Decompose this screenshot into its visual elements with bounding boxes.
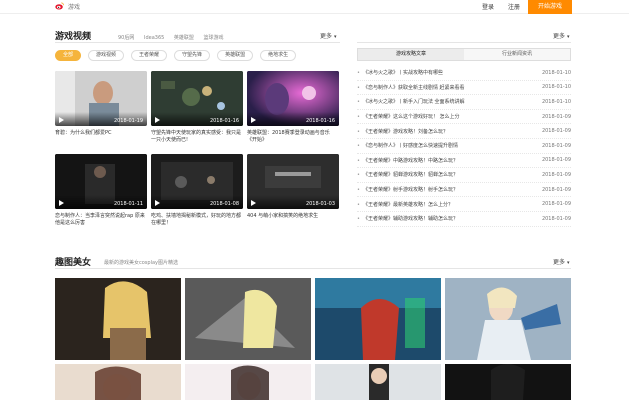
gallery-image[interactable] [315, 278, 441, 360]
gallery-description: 最新的游戏美女cosplay图片精选 [104, 260, 179, 266]
video-caption[interactable]: 404 与萌小家和搞笑的绝地求生 [247, 213, 339, 220]
video-date: 2018-01-19 [113, 118, 143, 124]
gallery-section-title: 趣图美女 [55, 258, 92, 268]
filter-all[interactable]: 全部 [55, 50, 82, 61]
video-thumbnail[interactable]: 2018-01-16 [247, 71, 339, 126]
video-thumbnail[interactable]: 2018-01-16 [151, 71, 243, 126]
news-tabs: 游戏攻略文章 行业新闻资讯 [357, 48, 571, 61]
filter-lol[interactable]: 英雄联盟 [217, 50, 254, 61]
gallery-image[interactable] [55, 364, 181, 400]
list-item[interactable]: 《王者荣耀》射手游戏攻略！射手怎么玩？2018-01-09 [357, 183, 571, 198]
video-date: 2018-01-16 [305, 118, 335, 124]
video-date: 2018-01-08 [209, 201, 239, 207]
video-filter-bar: 全部 游戏视频 王者荣耀 守望先锋 英雄联盟 绝地求生 [55, 50, 297, 61]
video-caption[interactable]: 守望先锋中天使玩家的真实感受：我只是一只小天使而已! [151, 130, 243, 144]
divider [55, 268, 571, 269]
gallery-image-art [185, 364, 311, 400]
gallery-image[interactable] [445, 278, 571, 360]
list-item[interactable]: 《王者荣耀》辅助游戏攻略！辅助怎么玩？2018-01-09 [357, 212, 571, 227]
filter-pubg[interactable]: 绝地求生 [260, 50, 297, 61]
video-thumbnail[interactable]: 2018-01-11 [55, 154, 147, 209]
list-item[interactable]: 《恋与制作人》获取全新主线剧情 赶紧来看看2018-01-10 [357, 81, 571, 96]
tab-strategy-articles[interactable]: 游戏攻略文章 [358, 49, 464, 60]
video-date: 2018-01-16 [209, 118, 239, 124]
register-link[interactable]: 注册 [508, 2, 520, 11]
video-caption[interactable]: 恋与制作人：当李泽言突然说起rap 原来他是这么厉害 [55, 213, 147, 227]
top-bar: 游戏 登录 注册 开始游戏 [0, 0, 629, 14]
weibo-logo-icon[interactable] [55, 2, 64, 10]
list-item[interactable]: 《王者荣耀》貂蝉游戏攻略！貂蝉怎么玩？2018-01-09 [357, 168, 571, 183]
login-link[interactable]: 登录 [482, 2, 494, 11]
list-item[interactable]: 《恋与制作人》丨好感度怎么快速提升剧情2018-01-09 [357, 139, 571, 154]
list-item[interactable]: 《王者荣耀》游戏攻略！刘备怎么玩？2018-01-09 [357, 124, 571, 139]
video-date: 2018-01-03 [305, 201, 335, 207]
video-thumbnail[interactable]: 2018-01-03 [247, 154, 339, 209]
video-more-link[interactable]: 更多 [320, 31, 337, 40]
gallery-image[interactable] [315, 364, 441, 400]
video-section-title: 游戏视频 [55, 32, 92, 42]
video-date: 2018-01-11 [113, 201, 143, 207]
cta-button[interactable]: 开始游戏 [528, 0, 572, 14]
video-crumbs: 90后网 Idea365 英雄联盟 篮球游戏 [118, 34, 232, 41]
gallery-image-art [185, 278, 311, 360]
list-item[interactable]: 《王者荣耀》最新英雄攻略！怎么上分？2018-01-09 [357, 197, 571, 212]
gallery-image[interactable] [55, 278, 181, 360]
play-icon [251, 117, 256, 123]
gallery-image-art [315, 278, 441, 360]
list-item[interactable]: 《冰与火之歌》丨实战攻略中有哪些2018-01-10 [357, 66, 571, 81]
crumb-item[interactable]: Idea365 [144, 35, 164, 41]
video-caption[interactable]: 英雄联盟：2018赛季登录动画与音乐《开始》 [247, 130, 339, 144]
gallery-image-art [315, 364, 441, 400]
news-more-link[interactable]: 更多 [553, 31, 570, 40]
crumb-item[interactable]: 篮球游戏 [204, 35, 224, 41]
news-list: 《冰与火之歌》丨实战攻略中有哪些2018-01-10 《恋与制作人》获取全新主线… [357, 66, 571, 227]
video-thumbnail[interactable]: 2018-01-08 [151, 154, 243, 209]
filter-overwatch[interactable]: 守望先锋 [174, 50, 211, 61]
logo-text: 游戏 [68, 4, 81, 11]
filter-game-video[interactable]: 游戏视频 [88, 50, 125, 61]
play-icon [251, 200, 256, 206]
play-icon [155, 117, 160, 123]
crumb-item[interactable]: 英雄联盟 [174, 35, 194, 41]
list-item[interactable]: 《冰与火之歌》丨新手入门玩法 全面系统讲解2018-01-10 [357, 95, 571, 110]
gallery-image-art [445, 278, 571, 360]
play-icon [59, 200, 64, 206]
gallery-image-art [445, 364, 571, 400]
filter-honor-of-kings[interactable]: 王者荣耀 [131, 50, 168, 61]
list-item[interactable]: 《王者荣耀》这么这个游戏好玩！ 怎么上分2018-01-09 [357, 110, 571, 125]
gallery-image-art [55, 278, 181, 360]
gallery-more-link[interactable]: 更多 [553, 257, 570, 266]
gallery-image[interactable] [185, 278, 311, 360]
play-icon [59, 117, 64, 123]
play-icon [155, 200, 160, 206]
tab-industry-news[interactable]: 行业新闻资讯 [464, 49, 570, 60]
divider [55, 42, 340, 43]
divider [357, 42, 571, 43]
list-item[interactable]: 《王者荣耀》中路游戏攻略！中路怎么玩？2018-01-09 [357, 154, 571, 169]
gallery-image-art [55, 364, 181, 400]
video-caption[interactable]: 吃鸡、扶墙地揭秘新模式，好玩的地方都在哪里！ [151, 213, 243, 227]
video-caption[interactable]: 育碧：为什么我们都爱PC [55, 130, 147, 137]
gallery-image[interactable] [185, 364, 311, 400]
crumb-item[interactable]: 90后网 [118, 35, 134, 41]
video-thumbnail[interactable]: 2018-01-19 [55, 71, 147, 126]
gallery-image[interactable] [445, 364, 571, 400]
